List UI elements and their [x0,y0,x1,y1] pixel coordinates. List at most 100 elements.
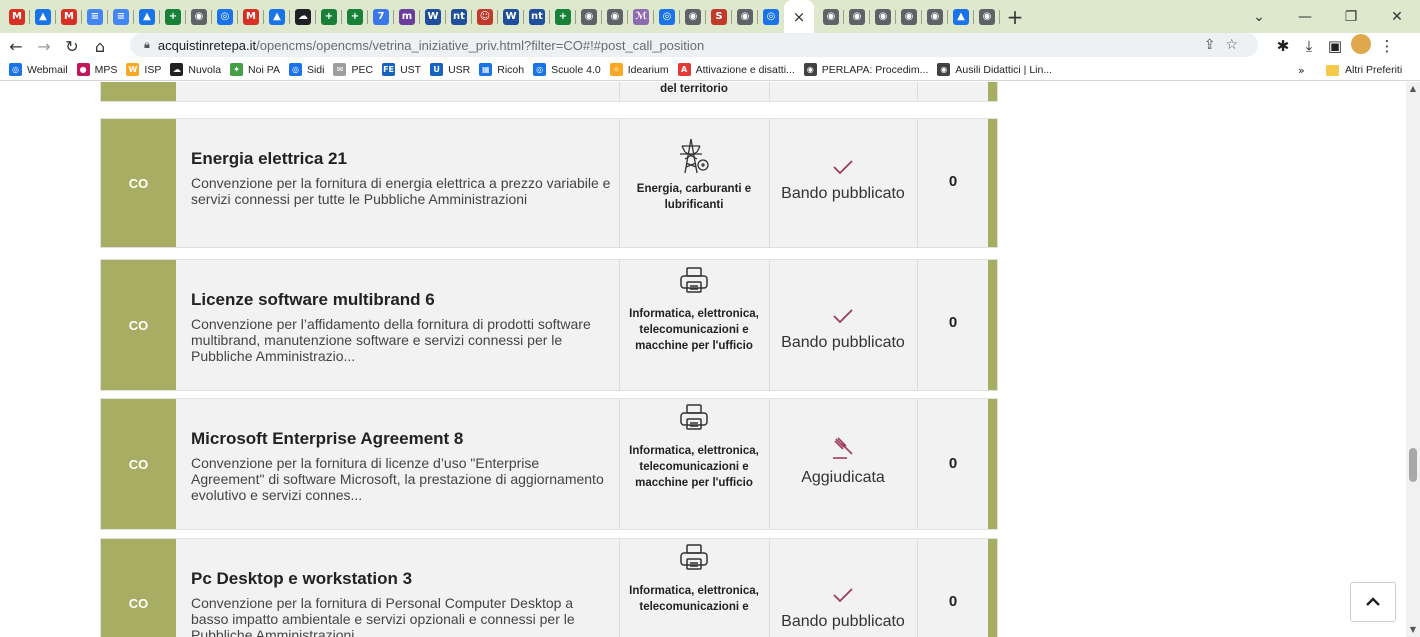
initiative-status: Aggiudicata [769,435,917,487]
scroll-to-top-button[interactable] [1350,582,1396,622]
share-star-icons[interactable]: ⇪☆ [1204,37,1248,53]
bookmark-item[interactable]: U USR [430,63,470,76]
forward-arrow-icon[interactable]: → [32,34,56,58]
close-window-button[interactable]: ✕ [1374,0,1420,33]
lock-icon[interactable]: 🔒︎ [144,39,150,52]
bookmark-item[interactable]: ✉ PEC [333,63,373,76]
site-tab[interactable]: ℳ [628,0,654,33]
bookmark-item[interactable]: ◉ Ausili Didattici | Lin... [937,63,1052,76]
site-tab[interactable]: ▲ [948,0,974,33]
web-tab[interactable]: ◉ [844,0,870,33]
favicon-icon: ◉ [823,8,839,25]
address-bar[interactable]: 🔒︎ acquistinretepa.it/opencms/opencms/ve… [130,33,1258,57]
web-tab[interactable]: ◉ [922,0,948,33]
initiative-row[interactable]: CO Licenze software multibrand 6 Convenz… [100,259,998,391]
initiative-row[interactable]: CO del territorio [100,82,998,102]
site-tab[interactable]: nt [524,0,550,33]
bookmark-item[interactable]: ◎ Scuole 4.0 [533,63,601,76]
window-controls: ⌄ — ❐ ✕ [1236,0,1420,33]
bookmarks-overflow-button[interactable]: » [1298,59,1305,81]
bookmark-item[interactable]: ◎ Webmail [9,63,68,76]
bookmark-label: ISP [144,63,162,76]
web-tab[interactable]: ◉ [896,0,922,33]
wordpress-tab[interactable]: W [498,0,524,33]
wordpress-tab[interactable]: W [420,0,446,33]
back-arrow-icon[interactable]: ← [4,34,28,58]
download-icon[interactable]: ⤓ [1296,37,1322,55]
docs-tab[interactable]: ≡ [108,0,134,33]
docs-tab[interactable]: ≡ [82,0,108,33]
initiative-description: Convenzione per la fornitura di Personal… [191,595,575,637]
web-tab[interactable]: ◉ [974,0,1000,33]
drive-tab[interactable]: ▲ [30,0,56,33]
initiative-count: 0 [948,593,958,610]
classroom-tab[interactable]: + [550,0,576,33]
bookmark-item[interactable]: A Attivazione e disatti... [677,63,795,76]
home-icon[interactable]: ⌂ [88,34,112,58]
gmail-tab[interactable]: M [56,0,82,33]
web-tab[interactable]: ◉ [576,0,602,33]
site-tab[interactable]: m [394,0,420,33]
page-scrollbar[interactable]: ▲ ▼ [1406,82,1420,637]
bookmark-item[interactable]: ◉ PERLAPA: Procedim... [803,63,928,76]
initiative-title[interactable]: Energia elettrica 21 [191,149,347,169]
bookmark-favicon-icon: ◉ [803,63,817,76]
site-tab[interactable]: ◎ [758,0,784,33]
bookmark-favicon-icon: ◎ [533,63,547,76]
initiative-row[interactable]: CO Pc Desktop e workstation 3 Convenzion… [100,538,998,637]
classroom-tab[interactable]: + [342,0,368,33]
site-tab[interactable]: ◎ [654,0,680,33]
bookmark-label: Sidi [306,63,325,76]
close-tab-icon[interactable]: × [793,8,806,26]
scroll-up-arrow-icon[interactable]: ▲ [1406,82,1420,96]
bookmark-item[interactable]: W ISP [126,63,161,76]
bookmark-item[interactable]: ☁ Nuvola [170,63,221,76]
profile-avatar[interactable] [1348,34,1374,58]
bookmark-item[interactable]: ✧ Idearium [609,63,669,76]
site-tab[interactable]: ◎ [212,0,238,33]
drive-tab[interactable]: ▲ [264,0,290,33]
initiative-title[interactable]: Licenze software multibrand 6 [191,290,435,310]
web-tab[interactable]: ◉ [870,0,896,33]
other-bookmarks-folder[interactable]: Altri Preferiti [1326,59,1402,81]
initiative-row[interactable]: CO Energia elettrica 21 Convenzione per … [100,118,998,248]
bookmark-item[interactable]: ● MPS [76,63,117,76]
initiative-category: Informatica, elettronica, telecomunicazi… [619,266,769,354]
bookmark-item[interactable]: ✦ Noi PA [230,63,280,76]
gmail-tab[interactable]: M [4,0,30,33]
bookmark-item[interactable]: FE UST [382,63,421,76]
scrollbar-thumb[interactable] [1409,448,1417,482]
gmail-tab[interactable]: M [238,0,264,33]
initiative-row[interactable]: CO Microsoft Enterprise Agreement 8 Conv… [100,398,998,530]
bookmark-favicon-icon: W [126,63,140,76]
menu-kebab-icon[interactable]: ⋮ [1374,37,1400,55]
site-tab[interactable]: S [706,0,732,33]
tab-search-button[interactable]: ⌄ [1236,0,1282,33]
initiative-title[interactable]: Pc Desktop e workstation 3 [191,569,412,589]
active-tab[interactable]: × [784,0,814,33]
web-tab[interactable]: ◉ [818,0,844,33]
site-tab[interactable]: nt [446,0,472,33]
initiative-title[interactable]: Microsoft Enterprise Agreement 8 [191,429,463,449]
web-tab[interactable]: ◉ [602,0,628,33]
new-tab-button[interactable]: + [1000,0,1030,33]
minimize-button[interactable]: — [1282,0,1328,33]
chevron-up-icon [1366,597,1380,606]
bookmark-label: Nuvola [188,63,222,76]
drive-tab[interactable]: ▲ [134,0,160,33]
reload-icon[interactable]: ↻ [60,34,84,58]
cloud-tab[interactable]: ☁ [290,0,316,33]
web-tab[interactable]: ◉ [680,0,706,33]
calendar-tab[interactable]: 7 [368,0,394,33]
classroom-tab[interactable]: + [160,0,186,33]
site-tab[interactable]: ☺ [472,0,498,33]
bookmark-item[interactable]: ◎ Sidi [288,63,325,76]
classroom-tab[interactable]: + [316,0,342,33]
side-panel-icon[interactable]: ▣ [1322,37,1348,55]
scroll-down-arrow-icon[interactable]: ▼ [1406,623,1420,637]
extensions-icon[interactable]: ✱ [1270,37,1296,55]
restore-button[interactable]: ❐ [1328,0,1374,33]
bookmark-item[interactable]: ▦ Ricoh [479,63,524,76]
web-tab[interactable]: ◉ [186,0,212,33]
web-tab[interactable]: ◉ [732,0,758,33]
